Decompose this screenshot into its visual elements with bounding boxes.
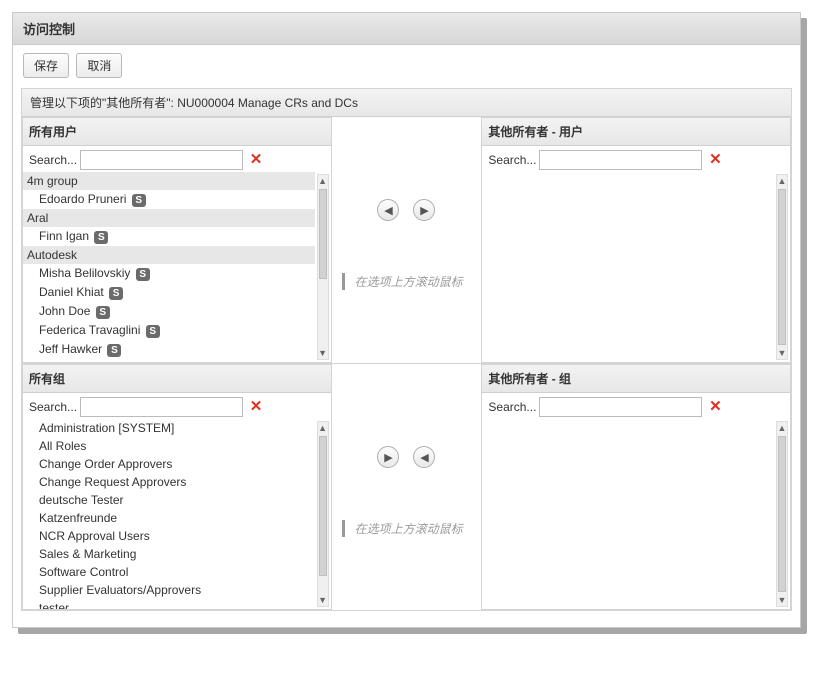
all-groups-title: 所有组 xyxy=(23,365,331,393)
cancel-button[interactable]: 取消 xyxy=(76,53,122,78)
scroll-down-icon[interactable]: ▼ xyxy=(318,594,328,606)
all-groups-search-label: Search... xyxy=(29,400,77,414)
s-badge-icon: S xyxy=(94,231,108,244)
other-owners-users-pane: 其他所有者 - 用户 Search... ✕ ▲ ▼ xyxy=(481,117,791,363)
scrollbar[interactable]: ▲ ▼ xyxy=(776,174,788,360)
user-name: Federica Travaglini xyxy=(39,323,144,337)
group-item-row[interactable]: Sales & Marketing xyxy=(23,545,315,563)
user-item-row[interactable]: Finn Igan S xyxy=(23,227,315,246)
scroll-up-icon[interactable]: ▲ xyxy=(318,422,328,434)
s-badge-icon: S xyxy=(109,287,123,300)
triangle-left-icon: ◀ xyxy=(384,204,392,217)
user-item-row[interactable]: Federica Travaglini S xyxy=(23,321,315,340)
users-arrows: ◀ ▶ 在选项上方滚动鼠标 xyxy=(332,117,482,363)
scroll-thumb[interactable] xyxy=(778,189,786,345)
group-item-row[interactable]: deutsche Tester xyxy=(23,491,315,509)
dialog-title: 访问控制 xyxy=(13,13,800,45)
toolbar: 保存 取消 xyxy=(13,45,800,86)
access-control-dialog: 访问控制 保存 取消 管理以下项的"其他所有者": NU000004 Manag… xyxy=(12,12,801,628)
s-badge-icon: S xyxy=(107,344,121,357)
all-users-search-label: Search... xyxy=(29,153,77,167)
user-item-row[interactable]: Marcel Bias S xyxy=(23,359,315,362)
user-item-row[interactable]: Daniel Khiat S xyxy=(23,283,315,302)
scroll-up-icon[interactable]: ▲ xyxy=(777,422,787,434)
scroll-down-icon[interactable]: ▼ xyxy=(318,347,328,359)
user-item-row[interactable]: Edoardo Pruneri S xyxy=(23,190,315,209)
all-users-title: 所有用户 xyxy=(23,118,331,146)
user-item-row[interactable]: Jeff Hawker S xyxy=(23,340,315,359)
other-owners-groups-search-label: Search... xyxy=(488,400,536,414)
user-name: Marcel Bias xyxy=(39,361,105,362)
other-owners-groups-pane: 其他所有者 - 组 Search... ✕ ▲ ▼ xyxy=(481,364,791,610)
s-badge-icon: S xyxy=(146,325,160,338)
group-item-row[interactable]: Katzenfreunde xyxy=(23,509,315,527)
hint-text: 在选项上方滚动鼠标 xyxy=(342,273,482,290)
move-right-button[interactable]: ▶ xyxy=(377,446,399,468)
other-owners-users-search-label: Search... xyxy=(488,153,536,167)
scrollbar[interactable]: ▲ ▼ xyxy=(776,421,788,607)
all-users-search-input[interactable] xyxy=(80,150,243,170)
manage-section: 管理以下项的"其他所有者": NU000004 Manage CRs and D… xyxy=(21,88,792,611)
group-item-row[interactable]: NCR Approval Users xyxy=(23,527,315,545)
all-users-list[interactable]: 4m groupEdoardo Pruneri SAralFinn Igan S… xyxy=(23,172,315,362)
save-button[interactable]: 保存 xyxy=(23,53,69,78)
user-name: Misha Belilovskiy xyxy=(39,266,134,280)
manage-header: 管理以下项的"其他所有者": NU000004 Manage CRs and D… xyxy=(22,89,791,117)
scroll-thumb[interactable] xyxy=(319,189,327,279)
scrollbar[interactable]: ▲ ▼ xyxy=(317,421,329,607)
user-name: John Doe xyxy=(39,304,94,318)
all-groups-pane: 所有组 Search... ✕ Administration [SYSTEM]A… xyxy=(22,364,332,610)
other-owners-users-list[interactable] xyxy=(482,172,774,362)
move-left-button[interactable]: ◀ xyxy=(377,199,399,221)
all-groups-list[interactable]: Administration [SYSTEM]All RolesChange O… xyxy=(23,419,315,609)
s-badge-icon: S xyxy=(136,268,150,281)
user-item-row[interactable]: Misha Belilovskiy S xyxy=(23,264,315,283)
user-name: Daniel Khiat xyxy=(39,285,107,299)
hint-text: 在选项上方滚动鼠标 xyxy=(342,520,482,537)
move-left-button[interactable]: ◀ xyxy=(413,446,435,468)
s-badge-icon: S xyxy=(132,194,146,207)
triangle-left-icon: ◀ xyxy=(420,451,428,464)
user-name: Jeff Hawker xyxy=(39,342,105,356)
scroll-down-icon[interactable]: ▼ xyxy=(777,594,787,606)
groups-transfer: 所有组 Search... ✕ Administration [SYSTEM]A… xyxy=(22,363,791,610)
user-group-row[interactable]: Autodesk xyxy=(23,246,315,264)
user-group-row[interactable]: 4m group xyxy=(23,172,315,190)
group-item-row[interactable]: Change Request Approvers xyxy=(23,473,315,491)
group-item-row[interactable]: Software Control xyxy=(23,563,315,581)
scrollbar[interactable]: ▲ ▼ xyxy=(317,174,329,360)
close-icon[interactable]: ✕ xyxy=(249,153,263,167)
other-owners-groups-list[interactable] xyxy=(482,419,774,609)
all-users-pane: 所有用户 Search... ✕ 4m groupEdoardo Pruneri… xyxy=(22,117,332,363)
scroll-thumb[interactable] xyxy=(319,436,327,576)
user-name: Edoardo Pruneri xyxy=(39,192,130,206)
scroll-up-icon[interactable]: ▲ xyxy=(318,175,328,187)
group-item-row[interactable]: tester xyxy=(23,599,315,609)
groups-arrows: ▶ ◀ 在选项上方滚动鼠标 xyxy=(332,364,482,610)
triangle-right-icon: ▶ xyxy=(384,451,392,464)
other-owners-groups-search-input[interactable] xyxy=(539,397,702,417)
group-item-row[interactable]: Change Order Approvers xyxy=(23,455,315,473)
all-groups-search-input[interactable] xyxy=(80,397,243,417)
move-right-button[interactable]: ▶ xyxy=(413,199,435,221)
scroll-thumb[interactable] xyxy=(778,436,786,592)
triangle-right-icon: ▶ xyxy=(420,204,428,217)
other-owners-users-title: 其他所有者 - 用户 xyxy=(482,118,790,146)
users-transfer: 所有用户 Search... ✕ 4m groupEdoardo Pruneri… xyxy=(22,117,791,363)
close-icon[interactable]: ✕ xyxy=(708,153,722,167)
user-item-row[interactable]: John Doe S xyxy=(23,302,315,321)
group-item-row[interactable]: All Roles xyxy=(23,437,315,455)
s-badge-icon: S xyxy=(96,306,110,319)
other-owners-users-search-input[interactable] xyxy=(539,150,702,170)
scroll-up-icon[interactable]: ▲ xyxy=(777,175,787,187)
group-item-row[interactable]: Administration [SYSTEM] xyxy=(23,419,315,437)
user-group-row[interactable]: Aral xyxy=(23,209,315,227)
group-item-row[interactable]: Supplier Evaluators/Approvers xyxy=(23,581,315,599)
scroll-down-icon[interactable]: ▼ xyxy=(777,347,787,359)
other-owners-groups-title: 其他所有者 - 组 xyxy=(482,365,790,393)
user-name: Finn Igan xyxy=(39,229,92,243)
close-icon[interactable]: ✕ xyxy=(249,400,263,414)
close-icon[interactable]: ✕ xyxy=(708,400,722,414)
